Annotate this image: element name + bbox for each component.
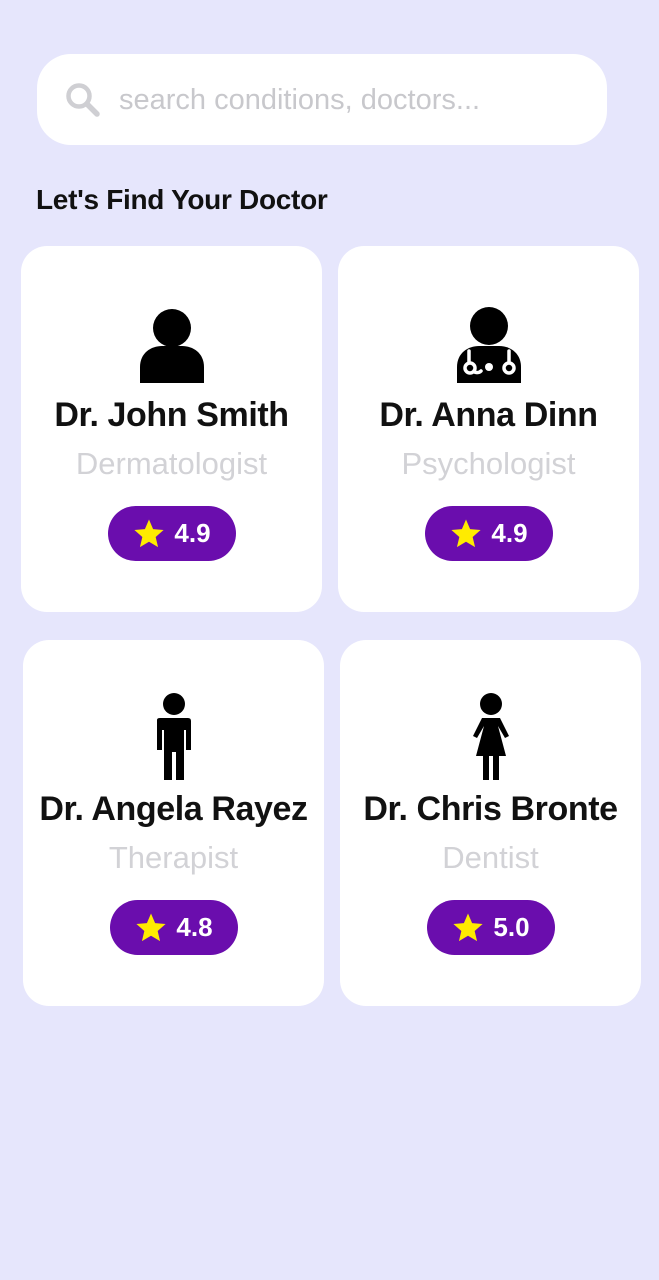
doctor-specialty: Dermatologist <box>75 446 268 481</box>
rating-badge: 4.9 <box>107 506 236 561</box>
star-icon <box>451 519 482 547</box>
doctor-card-anna-dinn[interactable]: Dr. Anna Dinn Psychologist 4.9 <box>338 246 639 612</box>
doctor-specialty: Dentist <box>442 840 539 875</box>
male-person-icon <box>156 693 191 780</box>
section-title: Let's Find Your Doctor <box>36 184 328 215</box>
search-icon <box>66 83 100 117</box>
star-icon <box>136 913 167 941</box>
doctor-name: Dr. John Smith <box>54 396 289 434</box>
rating-badge: 5.0 <box>426 900 555 955</box>
doctor-name: Dr. Anna Dinn <box>379 396 598 434</box>
star-icon <box>453 913 484 941</box>
doctor-name: Dr. Chris Bronte <box>363 790 618 828</box>
female-person-icon <box>472 693 509 780</box>
star-icon <box>134 519 165 547</box>
rating-value: 4.8 <box>176 912 213 942</box>
rating-value: 4.9 <box>491 518 528 548</box>
doctor-card-john-smith[interactable]: Dr. John Smith Dermatologist 4.9 <box>21 246 322 612</box>
doctor-card-chris-bronte[interactable]: Dr. Chris Bronte Dentist 5.0 <box>340 640 641 1006</box>
doctor-name: Dr. Angela Rayez <box>39 790 308 828</box>
doctor-stethoscope-icon <box>456 307 521 383</box>
rating-badge: 4.8 <box>109 900 238 955</box>
search-input[interactable] <box>119 72 589 128</box>
rating-badge: 4.9 <box>424 506 553 561</box>
doctor-card-angela-rayez[interactable]: Dr. Angela Rayez Therapist 4.8 <box>23 640 324 1006</box>
search-bar[interactable] <box>37 54 607 145</box>
doctor-specialty: Therapist <box>108 840 239 875</box>
user-icon <box>139 309 204 383</box>
doctor-specialty: Psychologist <box>401 446 576 481</box>
rating-value: 5.0 <box>493 912 530 942</box>
rating-value: 4.9 <box>174 518 211 548</box>
